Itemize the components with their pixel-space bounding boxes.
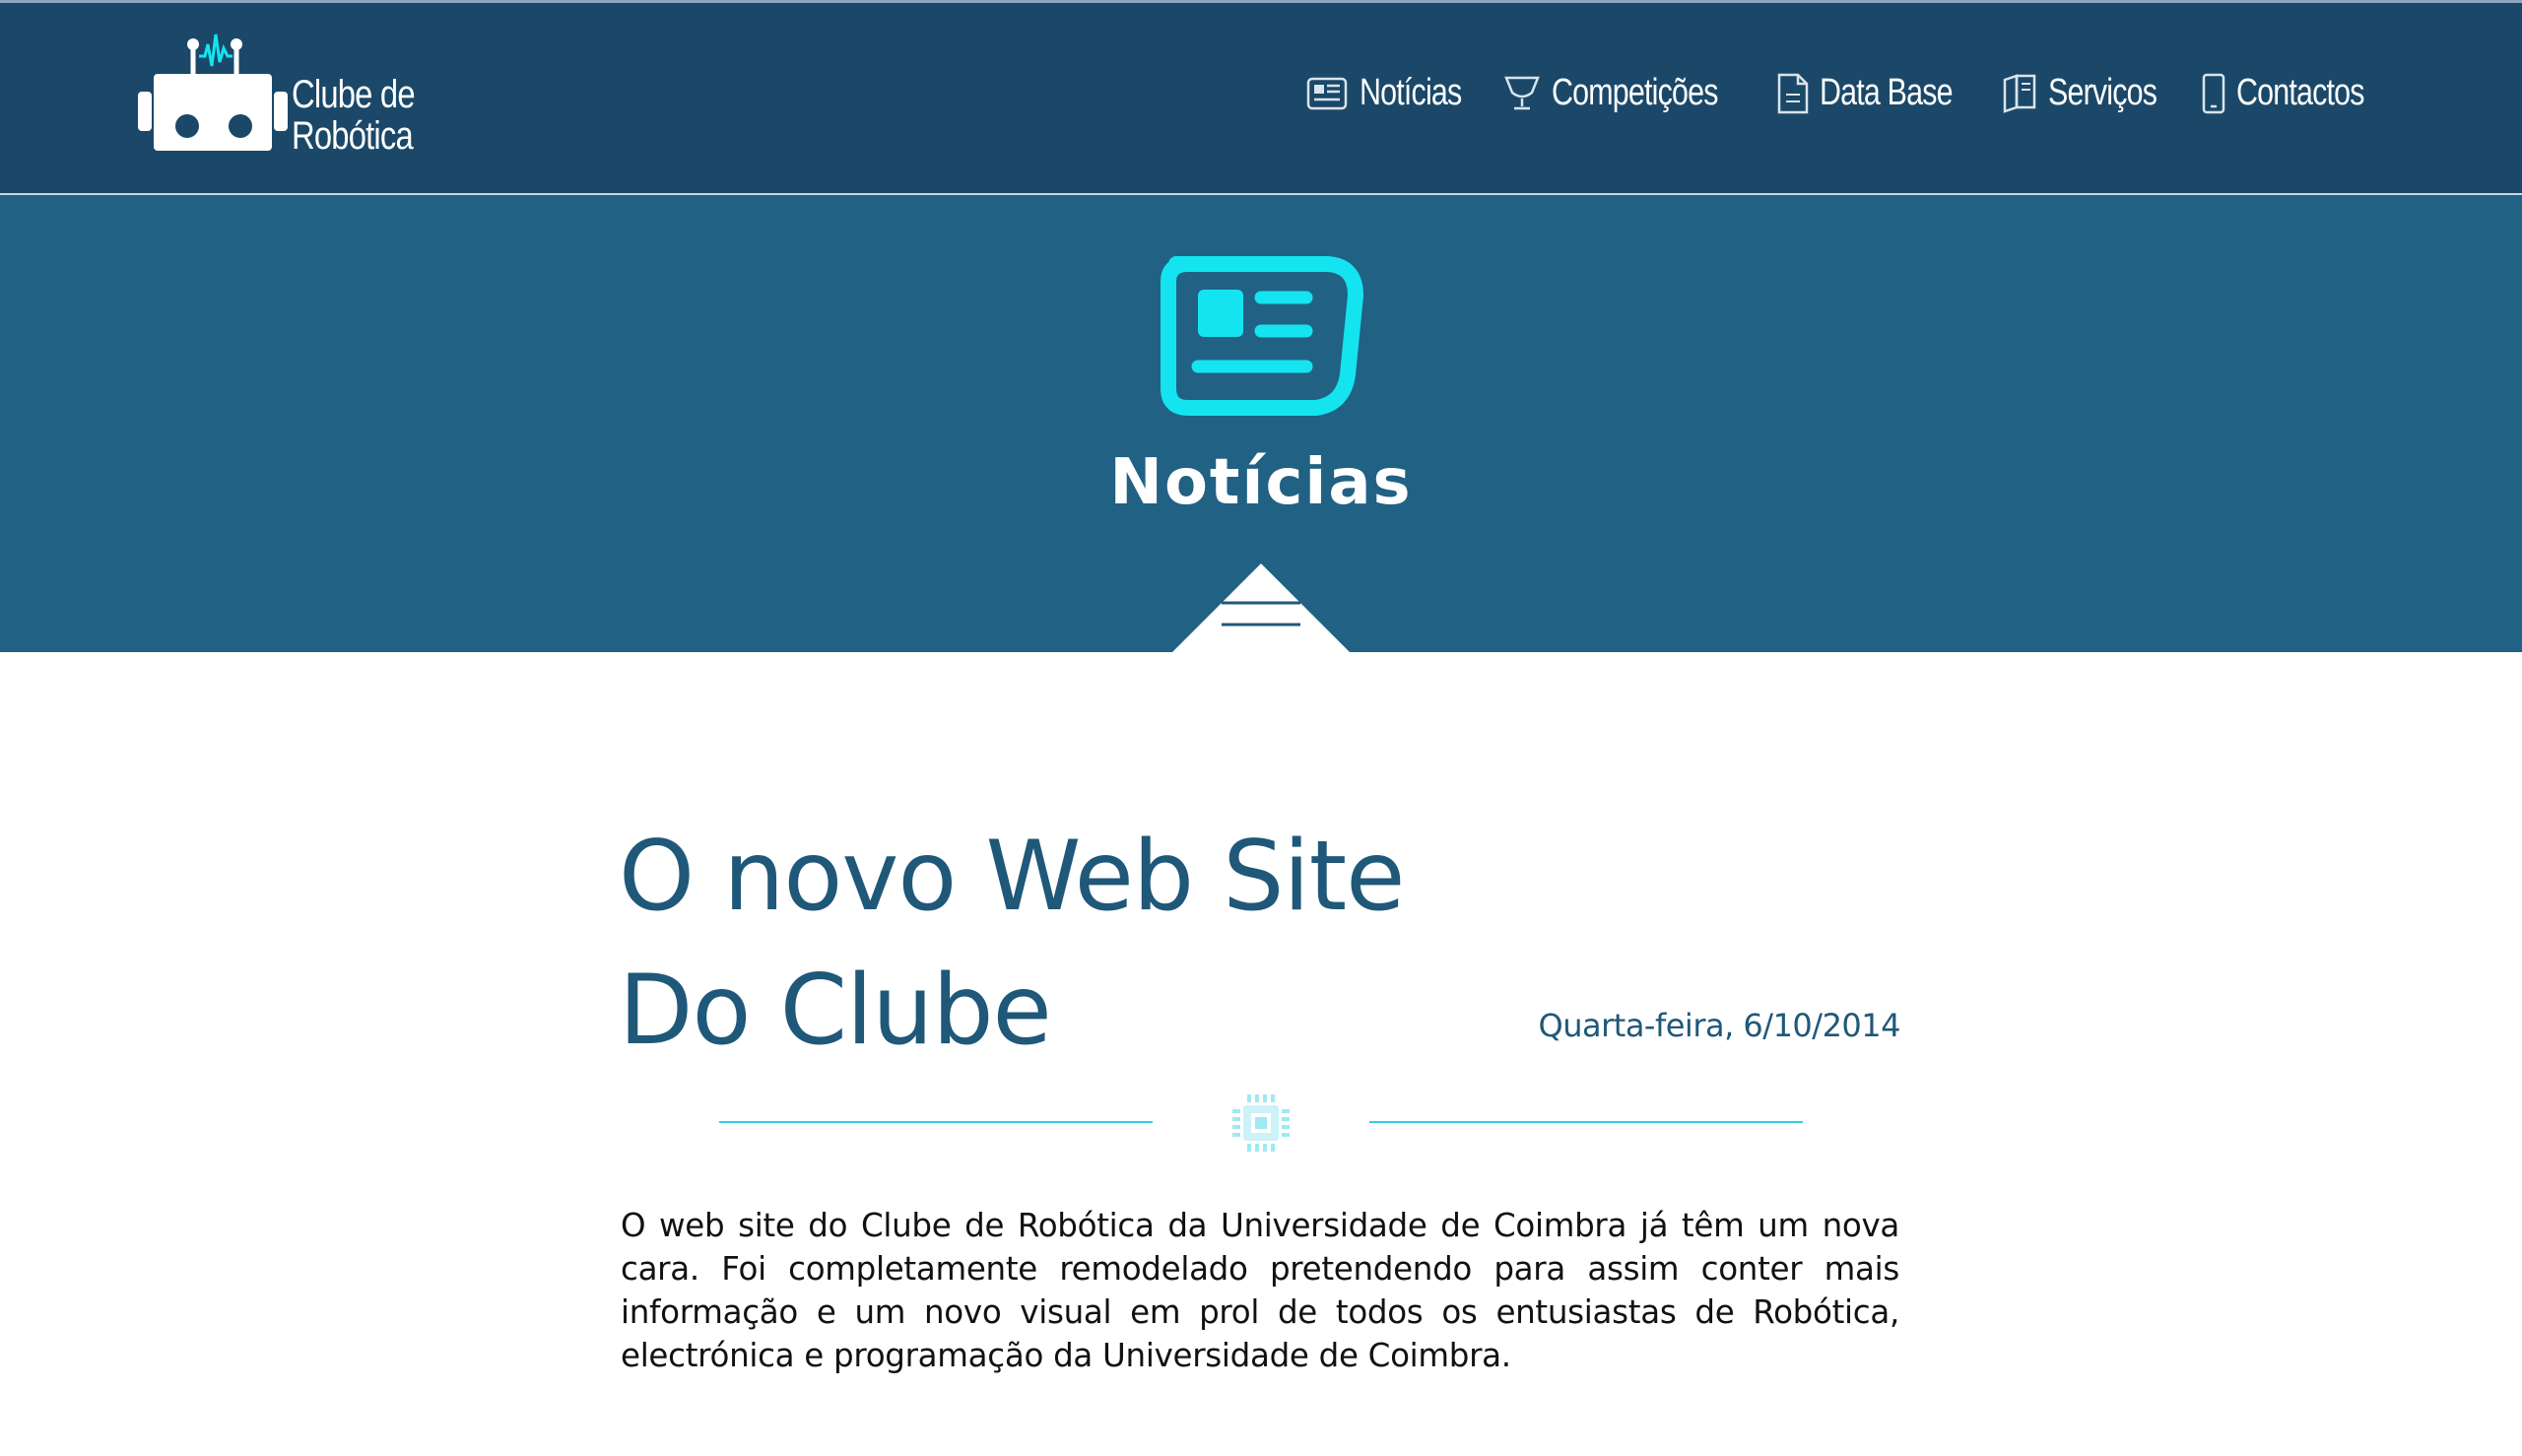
scroll-down-notch[interactable] [1172, 563, 1350, 652]
chip-icon [1232, 1094, 1290, 1152]
nav-label-competicoes: Competições [1552, 72, 1718, 113]
article-title-line-2: Do Clube [619, 955, 1052, 1067]
newspaper-icon [1306, 77, 1347, 109]
top-navigation-bar: Clube de Robótica Notícias Competições D… [0, 0, 2522, 195]
nav-label-contactos: Contactos [2235, 72, 2364, 113]
robot-logo-icon [138, 33, 288, 151]
site-logo[interactable]: Clube de Robótica [134, 27, 449, 165]
nav-label-noticias: Notícias [1359, 72, 1462, 113]
article-title-line-1: O novo Web Site [619, 821, 1405, 933]
nav-item-noticias[interactable]: Notícias [1306, 72, 1480, 114]
nav-item-contactos[interactable]: Contactos [2201, 72, 2389, 114]
book-icon [2004, 73, 2036, 113]
logo-line-2: Robótica [292, 114, 414, 158]
hero-title: Notícias [1109, 446, 1413, 519]
nav-item-servicos[interactable]: Serviços [2001, 72, 2176, 114]
main-nav: Notícias Competições Data Base Serviços … [1283, 72, 2388, 114]
logo-line-1: Clube de [292, 73, 416, 116]
nav-label-servicos: Serviços [2048, 72, 2157, 113]
divider-line-left [719, 1121, 1153, 1123]
article-body: O web site do Clube de Robótica da Unive… [621, 1207, 1899, 1374]
phone-icon [2202, 73, 2224, 113]
logo-text: Clube de Robótica [292, 73, 416, 158]
nav-item-data-base[interactable]: Data Base [1776, 72, 1978, 114]
article-date: Quarta-feira, 6/10/2014 [1538, 1007, 1901, 1044]
trophy-icon [1504, 76, 1541, 109]
nav-label-data-base: Data Base [1819, 72, 1954, 113]
newspaper-icon [1161, 256, 1363, 416]
article-title[interactable]: O novo Web Site Do Clube [619, 810, 1604, 1078]
nav-item-competicoes[interactable]: Competições [1502, 72, 1752, 114]
divider-line-right [1369, 1121, 1803, 1123]
document-icon [1777, 73, 1808, 113]
hero-banner: Notícias [0, 195, 2522, 652]
